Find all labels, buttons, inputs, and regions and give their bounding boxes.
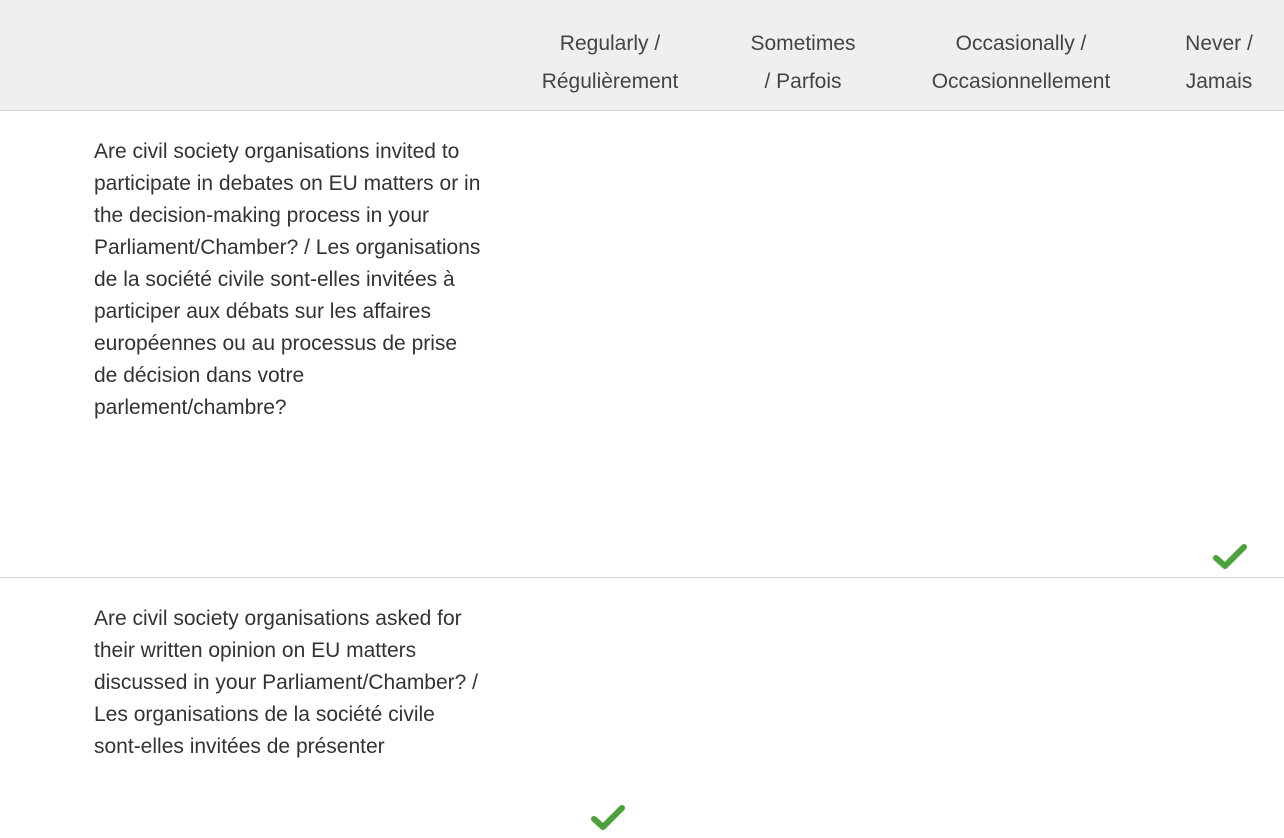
column-header-regularly: Regularly / Régulièrement xyxy=(515,25,705,101)
table-row: Are civil society organisations asked fo… xyxy=(0,578,1284,838)
column-header-sometimes: Sometimes / Parfois xyxy=(728,25,878,101)
column-header-never: Never / Jamais xyxy=(1164,25,1274,101)
column-header-line2: Jamais xyxy=(1185,70,1253,93)
question-text: Are civil society organisations asked fo… xyxy=(94,607,479,758)
question-text: Are civil society organisations invited … xyxy=(94,140,481,419)
column-header-line2: / Parfois xyxy=(764,70,842,93)
column-header-occasionally: Occasionally / Occasionnellement xyxy=(906,25,1136,101)
column-header-line1: Sometimes xyxy=(750,32,856,55)
column-header-line2: Régulièrement xyxy=(541,70,679,93)
column-header-line1: Occasionally / xyxy=(955,32,1087,55)
column-header-line2: Occasionnellement xyxy=(931,70,1111,93)
column-header-line1: Regularly / xyxy=(559,32,661,55)
check-icon xyxy=(1213,543,1247,571)
check-icon xyxy=(591,804,625,832)
table-header: Regularly / Régulièrement Sometimes / Pa… xyxy=(0,0,1284,111)
column-header-line1: Never / xyxy=(1185,32,1253,55)
table-row: Are civil society organisations invited … xyxy=(0,111,1284,578)
